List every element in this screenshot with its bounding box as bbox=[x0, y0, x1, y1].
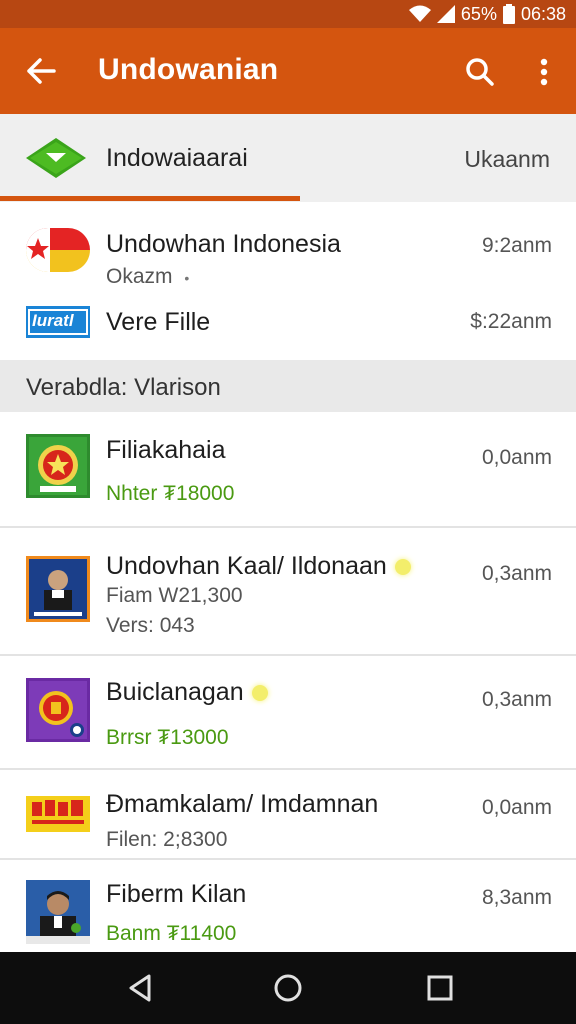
section-header: Verabdla: Vlarison bbox=[0, 360, 576, 412]
purple-badge-thumbnail bbox=[26, 678, 90, 742]
item-subtitle: Filen: 2;8300 bbox=[106, 828, 228, 851]
page-title: Undowanian bbox=[98, 53, 279, 86]
clock: 06:38 bbox=[520, 3, 566, 24]
item-title: Undovhan Kaal/ Ildonaan bbox=[106, 552, 411, 581]
yellow-banner-thumbnail bbox=[26, 790, 90, 838]
item-meta: 8,3anm bbox=[481, 886, 552, 909]
item-meta: 0,0anm bbox=[481, 446, 552, 469]
list-item[interactable]: Buiclanagan Brrsr ₮13000 0,3anm bbox=[0, 656, 576, 768]
tab-indicator bbox=[0, 196, 300, 201]
item-title: Fiberm Kilan bbox=[106, 880, 247, 908]
tab-right-text: Ukaanm bbox=[464, 146, 550, 172]
brand-logo-text: Iuratl bbox=[32, 311, 74, 330]
item-version: Vers: 043 bbox=[106, 614, 195, 637]
item-meta: $:22anm bbox=[470, 310, 552, 333]
nav-home-icon[interactable] bbox=[266, 968, 310, 1008]
list-item[interactable]: Undowhan Indonesia Okazm • 9:2anm bbox=[0, 202, 576, 288]
flag-thumbnail bbox=[26, 228, 90, 272]
item-price: Banm ₮11400 bbox=[106, 922, 237, 945]
item-meta: 9:2anm bbox=[481, 234, 552, 257]
top-list: Undowhan Indonesia Okazm • 9:2anm Iuratl… bbox=[0, 202, 576, 360]
list-item[interactable]: Fiberm Kilan Banm ₮11400 8,3anm bbox=[0, 860, 576, 952]
portrait-photo-thumbnail bbox=[26, 880, 90, 944]
battery-percent: 65% bbox=[460, 3, 497, 24]
list-item[interactable]: Ðmamkalam/ Imdamnan Filen: 2;8300 0,0anm bbox=[0, 770, 576, 858]
battery-icon bbox=[502, 4, 515, 24]
tab-label: Indowaiaarai bbox=[106, 144, 248, 172]
green-emblem-thumbnail bbox=[26, 434, 90, 498]
item-title: Buiclanagan bbox=[106, 678, 268, 707]
highlight-dot bbox=[394, 559, 411, 576]
more-vert-icon[interactable] bbox=[524, 50, 564, 94]
navigation-bar bbox=[0, 952, 576, 1024]
app-bar: Undowanian bbox=[0, 28, 576, 114]
item-price: Brrsr ₮13000 bbox=[106, 726, 229, 749]
status-icons: 65% 06:38 bbox=[408, 3, 566, 25]
wifi-icon bbox=[408, 5, 431, 23]
item-meta: 0,0anm bbox=[481, 796, 552, 819]
item-price: Nhter ₮18000 bbox=[106, 482, 235, 505]
item-meta: 0,3anm bbox=[481, 562, 552, 585]
item-title: Filiakahaia bbox=[106, 436, 226, 464]
tab-indowaiaarai[interactable]: Indowaiaarai Ukaanm bbox=[0, 114, 576, 202]
green-diamond-chevron-icon bbox=[24, 136, 88, 185]
search-icon[interactable] bbox=[458, 50, 502, 94]
highlight-dot bbox=[251, 685, 268, 702]
item-title: Undowhan Indonesia bbox=[106, 230, 341, 258]
list-item[interactable]: Filiakahaia Nhter ₮18000 0,0anm bbox=[0, 412, 576, 526]
item-meta: 0,3anm bbox=[481, 688, 552, 711]
item-title: Ðmamkalam/ Imdamnan bbox=[106, 790, 379, 818]
list-item[interactable]: Undovhan Kaal/ Ildonaan Fiam W21,300 Ver… bbox=[0, 528, 576, 654]
signal-icon bbox=[436, 5, 455, 23]
item-title: Vere Fille bbox=[106, 308, 211, 336]
brand-logo: Iuratl bbox=[26, 306, 90, 338]
item-subtitle: Fiam W21,300 bbox=[106, 584, 243, 607]
status-bar: 65% 06:38 bbox=[0, 0, 576, 28]
nav-back-icon[interactable] bbox=[118, 968, 162, 1008]
list-item[interactable]: Iuratl Vere Fille $:22anm bbox=[0, 284, 576, 360]
section-label: Verabdla: Vlarison bbox=[26, 374, 221, 401]
arrow-back-icon[interactable] bbox=[20, 50, 62, 92]
nav-recents-icon[interactable] bbox=[418, 968, 462, 1008]
portrait-poster-thumbnail bbox=[26, 556, 90, 622]
